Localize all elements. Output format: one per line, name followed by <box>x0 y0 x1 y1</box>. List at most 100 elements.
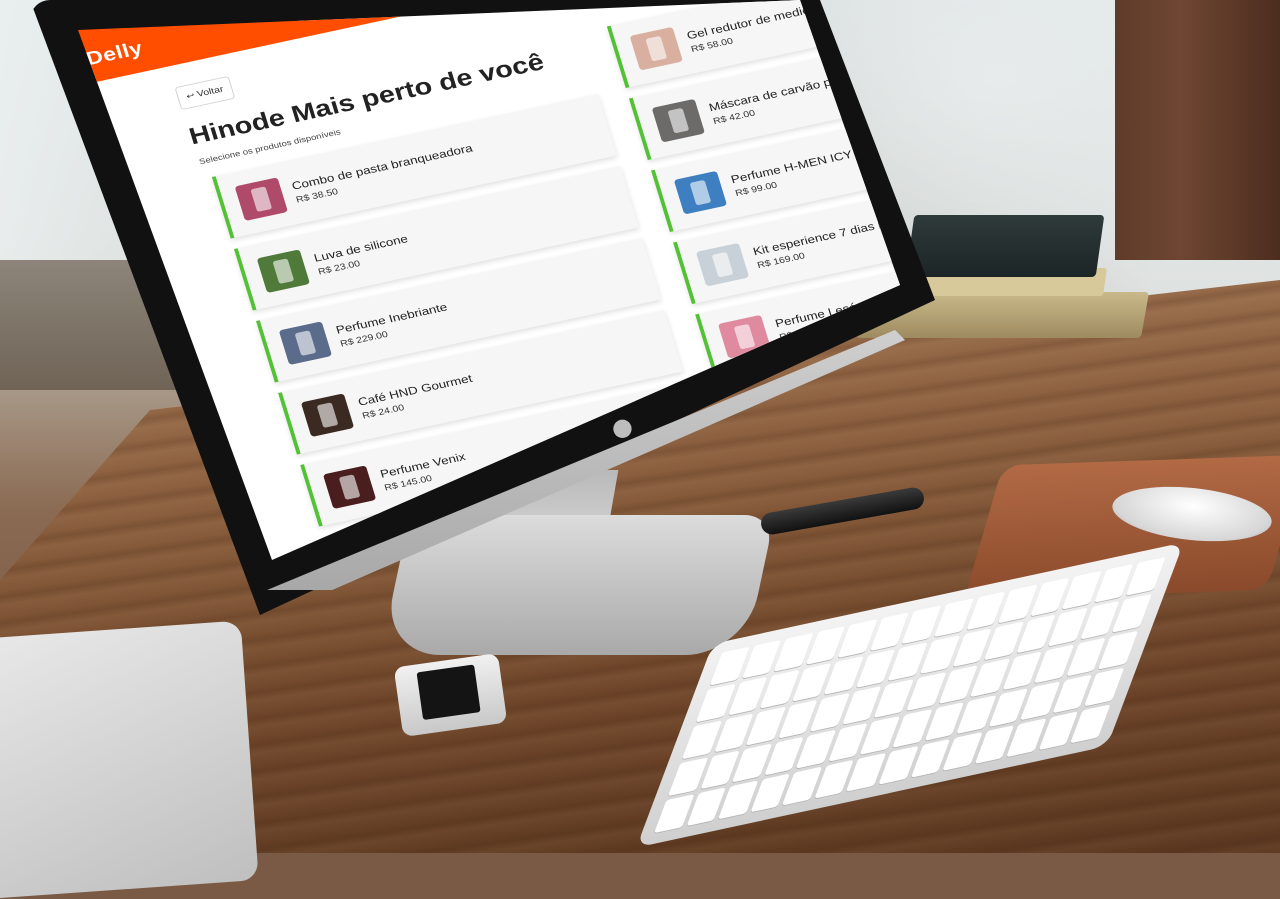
health-kit-image <box>695 242 750 287</box>
keyboard-key <box>759 669 800 709</box>
keyboard-key <box>713 713 754 753</box>
keyboard-key <box>750 773 791 813</box>
keyboard-key <box>873 678 914 718</box>
keyboard-key <box>855 649 896 688</box>
keyboard-key <box>887 642 928 682</box>
product-info: Combo de pasta branqueadora R$ 38.50 <box>290 141 478 205</box>
keyboard-key <box>924 702 965 741</box>
keyboard-key <box>828 722 869 762</box>
keyboard-key <box>1112 593 1153 633</box>
product-thumb-shape <box>645 35 668 62</box>
keyboard-key <box>764 736 804 776</box>
keyboard-key <box>1016 614 1056 654</box>
back-button[interactable]: ↩ Voltar <box>174 75 236 110</box>
keyboard-key <box>951 628 992 668</box>
back-arrow-icon: ↩ <box>185 91 196 102</box>
product-thumb-shape <box>711 251 734 278</box>
keyboard-key <box>695 683 736 723</box>
keyboard-key <box>869 612 910 652</box>
keyboard-key <box>919 635 960 675</box>
keyboard-key <box>796 729 837 769</box>
book-stack-top <box>905 215 1105 277</box>
keyboard-key <box>942 731 983 771</box>
keyboard-key <box>988 688 1029 728</box>
brand-logo[interactable]: Delly <box>84 38 146 71</box>
keyboard-key <box>654 794 694 834</box>
perfume-bottle-image <box>278 321 333 365</box>
keyboard-key <box>1061 570 1102 610</box>
keyboard-key <box>1084 667 1125 707</box>
keyboard-key <box>791 662 832 702</box>
keyboard-key <box>727 676 768 716</box>
coffee-package-image <box>300 393 355 437</box>
keyboard-key <box>1066 637 1107 677</box>
keyboard-key <box>1052 674 1093 714</box>
product-info: Luva de silicone R$ 23.00 <box>312 231 413 277</box>
keyboard-key <box>938 665 979 705</box>
silicone-glove-image <box>256 249 311 293</box>
keyboard-key <box>745 706 786 746</box>
keyboard-key <box>933 598 974 638</box>
keyboard-key <box>699 750 740 790</box>
keyboard-key <box>686 787 727 827</box>
keyboard-key <box>667 757 708 797</box>
product-thumb-shape <box>272 258 295 284</box>
keyboard-key <box>709 646 750 686</box>
keyboard-key <box>814 759 855 799</box>
smartphone <box>393 653 508 737</box>
keyboard-key <box>805 625 846 665</box>
product-thumb-shape <box>250 186 273 212</box>
phone-screen <box>416 664 481 721</box>
keyboard-key <box>1020 681 1061 721</box>
product-thumb-shape <box>294 330 317 356</box>
keyboard-key <box>681 720 722 760</box>
keyboard-key <box>974 725 1015 765</box>
keyboard-key <box>1098 630 1139 670</box>
apple-logo-icon: ● <box>612 413 633 441</box>
keyboard-key <box>782 766 823 806</box>
wooden-wall-panel <box>1115 0 1280 260</box>
charcoal-mask-image <box>651 98 706 143</box>
keyboard-key <box>846 752 887 792</box>
product-thumb-shape <box>338 474 361 500</box>
keyboard-key <box>1029 577 1070 617</box>
keyboard-key <box>773 632 814 672</box>
product-info: Perfume H-MEN ICY R$ 99.00 <box>729 147 858 199</box>
product-thumb-shape <box>316 402 339 428</box>
product-info: Perfume Inebriante R$ 229.00 <box>334 300 453 349</box>
product-thumb-shape <box>689 179 712 206</box>
perfume-bottle-image <box>673 170 728 215</box>
keyboard-key <box>1038 711 1079 751</box>
keyboard-key <box>956 695 997 735</box>
keyboard-key <box>1125 556 1166 596</box>
gel-tube-image <box>629 26 683 71</box>
keyboard-key <box>892 708 933 748</box>
keyboard-key <box>1080 600 1121 640</box>
keyboard-key <box>1070 704 1111 744</box>
keyboard-key <box>777 699 818 739</box>
keyboard-key <box>910 738 951 778</box>
keyboard-key <box>809 692 850 732</box>
product-info: Café HND Gourmet R$ 24.00 <box>356 371 477 421</box>
keyboard-key <box>1048 607 1088 647</box>
product-thumb-shape <box>667 107 690 134</box>
perfume-bottle-image <box>322 465 377 509</box>
toothpaste-combo-image <box>234 177 288 221</box>
keyboard-key <box>837 619 878 659</box>
product-thumb-shape <box>733 323 756 350</box>
keyboard-key <box>860 715 901 755</box>
keyboard-key <box>970 658 1011 698</box>
keyboard-key <box>841 685 882 725</box>
keyboard-key <box>823 655 864 695</box>
keyboard-key <box>983 621 1024 661</box>
keyboard-key <box>1034 644 1075 684</box>
keyboard-key <box>965 591 1006 631</box>
laptop-edge <box>0 620 259 899</box>
keyboard-key <box>1093 563 1134 603</box>
keyboard-key <box>1006 718 1047 758</box>
keyboard-key <box>718 780 759 820</box>
back-button-label: Voltar <box>195 84 225 100</box>
keyboard-key <box>878 745 919 785</box>
keyboard-key <box>731 743 772 783</box>
keyboard-key <box>906 672 946 712</box>
